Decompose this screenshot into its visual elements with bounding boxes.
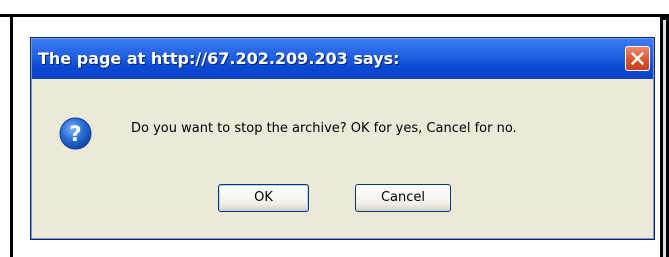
- dialog-body: ? Do you want to stop the archive? OK fo…: [35, 83, 650, 235]
- svg-text:?: ?: [69, 122, 81, 146]
- background-frame-top: [0, 14, 669, 17]
- dialog-title: The page at http://67.202.209.203 says:: [38, 49, 400, 68]
- close-icon: [631, 52, 644, 65]
- question-icon: ?: [59, 117, 92, 150]
- background-frame-left: [10, 14, 13, 257]
- ok-button[interactable]: OK: [218, 184, 309, 212]
- alert-dialog: The page at http://67.202.209.203 says: …: [30, 37, 655, 240]
- cancel-button[interactable]: Cancel: [355, 184, 451, 212]
- close-button[interactable]: [625, 46, 650, 71]
- dialog-titlebar[interactable]: The page at http://67.202.209.203 says:: [32, 39, 653, 79]
- dialog-message: Do you want to stop the archive? OK for …: [131, 121, 517, 136]
- background-frame-right-highlight: [663, 20, 666, 257]
